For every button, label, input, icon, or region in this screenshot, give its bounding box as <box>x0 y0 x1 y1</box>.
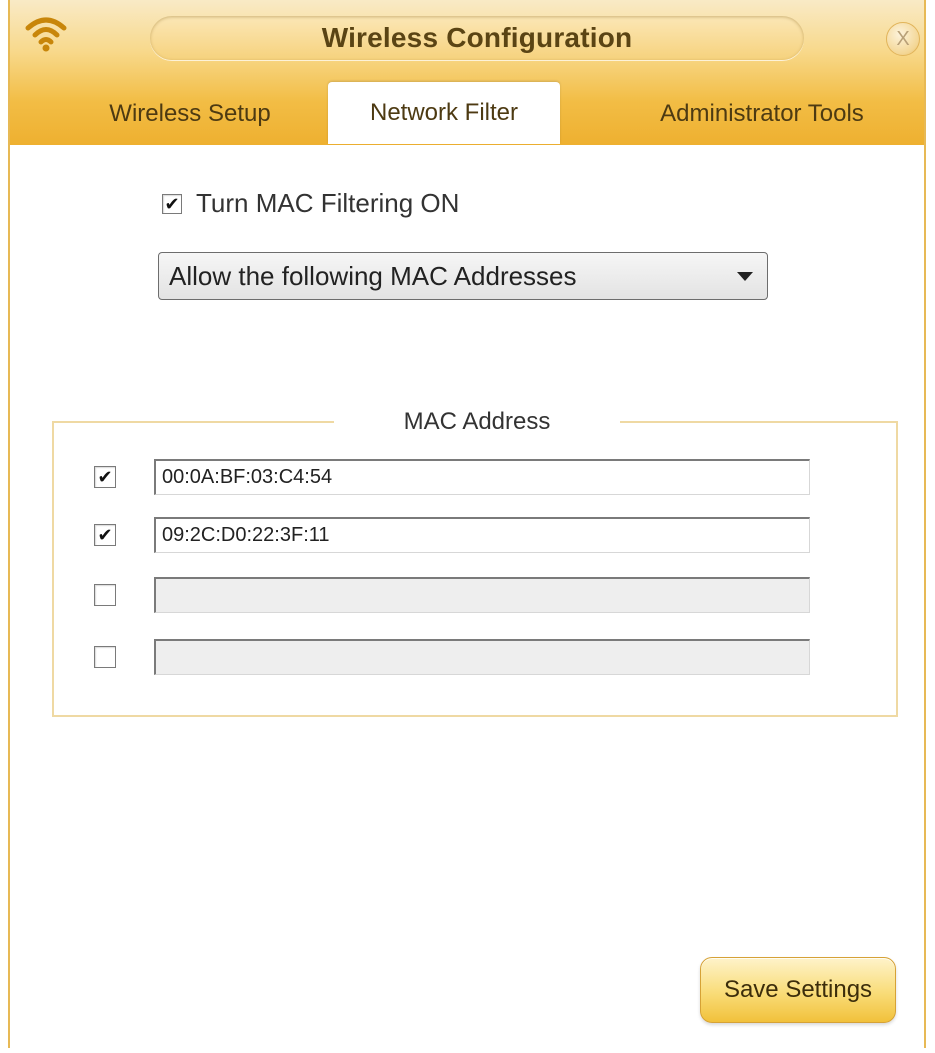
mac-filtering-toggle-row: ✔ Turn MAC Filtering ON <box>162 188 459 219</box>
window-title: Wireless Configuration <box>321 22 633 53</box>
wireless-config-window: Wireless Configuration X Wireless Setup … <box>8 0 926 1048</box>
window-header: Wireless Configuration X Wireless Setup … <box>10 0 924 145</box>
mac-address-group: MAC Address ✔ 00:0A:BF:03:C4:54 ✔ 09:2C:… <box>52 405 898 717</box>
tab-administrator-tools[interactable]: Administrator Tools <box>622 84 902 144</box>
mac-row-1: ✔ 00:0A:BF:03:C4:54 <box>94 459 810 495</box>
mac-filtering-checkbox[interactable]: ✔ <box>162 193 182 214</box>
checkmark-icon: ✔ <box>164 193 180 214</box>
network-filter-panel: ✔ Turn MAC Filtering ON Allow the follow… <box>10 145 924 1048</box>
mac-address-input-1[interactable]: 00:0A:BF:03:C4:54 <box>154 459 810 495</box>
mac-row-1-checkbox[interactable]: ✔ <box>94 466 116 488</box>
tab-wireless-setup[interactable]: Wireless Setup <box>70 84 310 144</box>
mac-row-2: ✔ 09:2C:D0:22:3F:11 <box>94 517 810 553</box>
save-settings-button[interactable]: Save Settings <box>700 957 896 1023</box>
filter-mode-select[interactable]: Allow the following MAC Addresses <box>158 252 768 300</box>
mac-address-legend: MAC Address <box>334 405 620 439</box>
mac-row-3-checkbox[interactable] <box>94 584 116 606</box>
mac-filtering-label: Turn MAC Filtering ON <box>196 188 460 218</box>
tab-label: Network Filter <box>369 99 519 126</box>
mac-address-input-2[interactable]: 09:2C:D0:22:3F:11 <box>154 517 810 553</box>
title-bar: Wireless Configuration <box>150 16 804 60</box>
mac-address-input-3[interactable] <box>154 577 810 613</box>
tab-network-filter[interactable]: Network Filter <box>328 82 560 144</box>
mac-row-3 <box>94 577 810 613</box>
mac-row-4 <box>94 639 810 675</box>
tab-label: Administrator Tools <box>660 100 864 127</box>
wifi-icon <box>25 17 67 52</box>
tab-label: Wireless Setup <box>109 100 271 127</box>
mac-address-input-4[interactable] <box>154 639 810 675</box>
chevron-down-icon <box>737 271 753 281</box>
mac-row-4-checkbox[interactable] <box>94 646 116 668</box>
checkmark-icon: ✔ <box>97 467 113 487</box>
checkmark-icon: ✔ <box>97 525 113 545</box>
close-button[interactable]: X <box>886 22 920 56</box>
mac-row-2-checkbox[interactable]: ✔ <box>94 524 116 546</box>
filter-mode-value: Allow the following MAC Addresses <box>169 260 577 291</box>
close-icon: X <box>896 28 910 50</box>
